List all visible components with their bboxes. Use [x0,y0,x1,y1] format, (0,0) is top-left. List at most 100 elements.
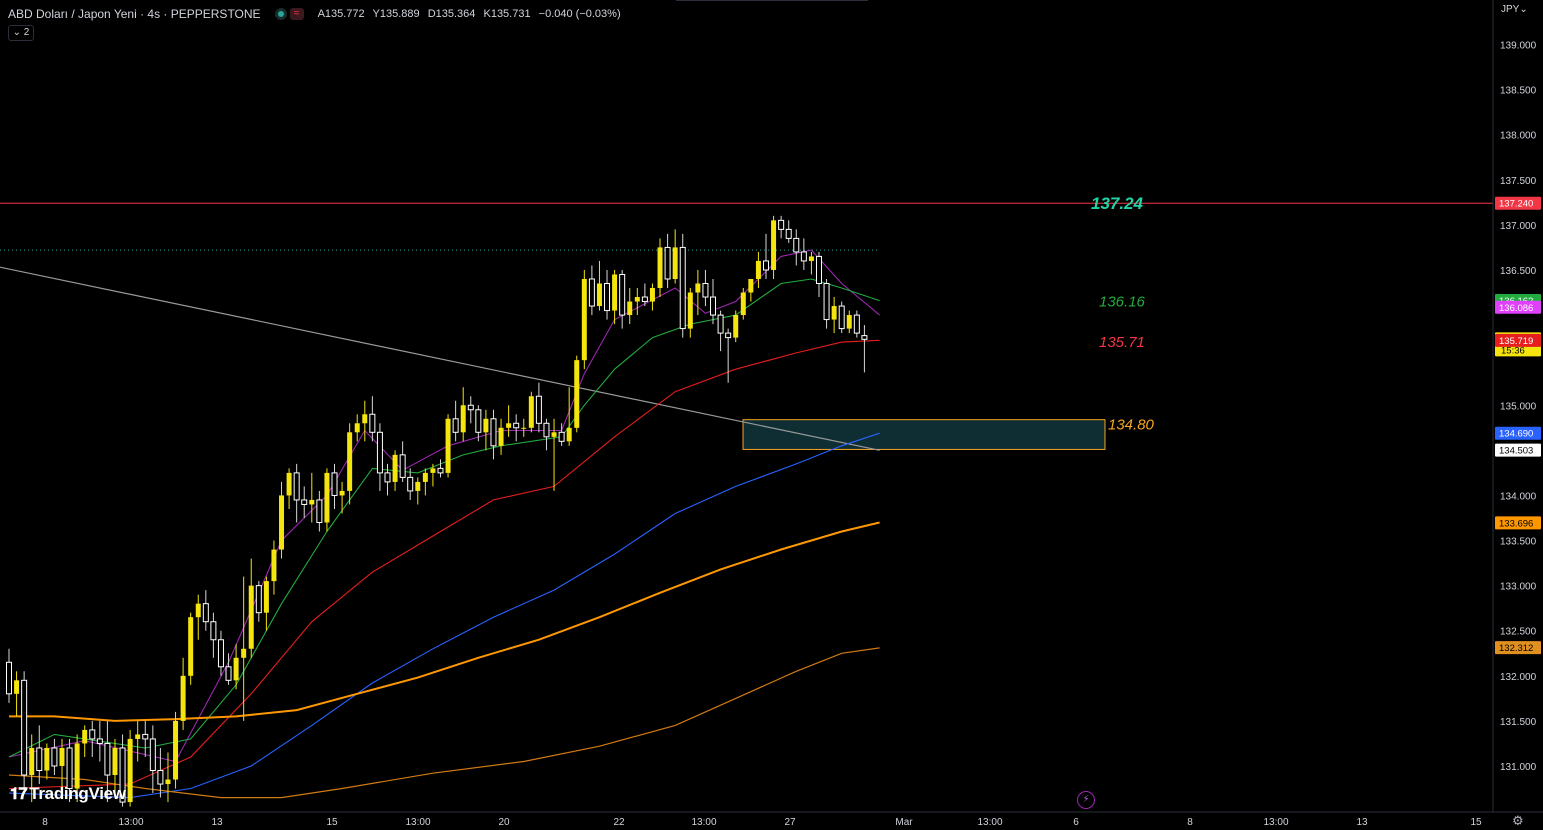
y-tick-label: 133.000 [1500,582,1537,593]
x-tick-label: 15 [1470,817,1482,828]
candle-body-bear [149,738,156,772]
candle [771,215,777,279]
settings-gear-icon[interactable]: ⚙ [1512,813,1524,829]
candle-body-bull [44,747,50,771]
candle-body-bear [66,747,73,790]
candle-body-bear [293,472,300,501]
candle [483,409,489,451]
candle-body-bull [687,292,693,329]
wave-icon[interactable]: ≈ [289,8,304,20]
symbol-title[interactable]: ABD Doları / Japon Yeni · 4s · PEPPERSTO… [8,7,261,21]
candle [710,278,717,325]
candle-body-bull [165,779,171,785]
candle-body-bear [475,409,482,433]
candle [21,671,28,789]
candle [51,738,58,776]
x-tick-label: 22 [613,817,625,828]
lightning-icon[interactable]: ⚡ [1077,791,1095,809]
candle-body-bull [392,454,398,482]
candle-body-bull [748,278,754,293]
price-tag: 133.696 [1495,516,1541,530]
market-status-icon [274,8,287,20]
candle-body-bull [29,747,35,776]
candle [490,409,497,460]
candle-body-bear [710,296,717,316]
ohlc-high: Y135.889 [372,8,420,20]
candle [687,288,693,338]
candle-body-bull [445,418,451,473]
candle-body-bull [180,675,186,721]
x-tick-label: 13:00 [977,817,1002,828]
symbol-header[interactable]: ABD Doları / Japon Yeni · 4s · PEPPERSTO… [8,6,626,22]
candle-body-bull [309,499,315,505]
price-chart[interactable]: 137.24136.16135.71134.80 139.000138.5001… [0,0,1543,830]
price-tag: 132.312 [1495,641,1541,655]
candle [649,283,655,311]
candle-body-bull [195,603,201,618]
candle-body-bull [574,360,580,428]
candle [702,269,709,307]
candle [415,477,421,505]
candle [293,463,300,523]
candle-body-bull [74,743,80,789]
x-tick-label: 20 [498,817,510,828]
price-tag: 135.719 [1495,333,1541,347]
candle-body-bull [649,288,655,302]
y-tick-label: 137.000 [1500,221,1537,232]
indicators-collapse-button[interactable]: ⌄ 2 [8,25,34,41]
candle [831,297,837,334]
x-tick-label: 8 [42,817,48,828]
candle-body-bear [6,661,12,695]
candle [82,725,88,757]
candle [498,418,504,455]
x-tick-label: 13 [211,817,223,828]
candle-body-bull [733,315,739,338]
candle [861,325,868,373]
candle [422,468,428,496]
price-tag-label: 133.696 [1499,518,1533,529]
candle-body-bear [604,282,611,312]
candle-body-bull [422,472,428,482]
x-tick-label: 13:00 [1263,817,1288,828]
y-tick-label: 133.500 [1500,537,1537,548]
candle-body-bear [407,476,414,492]
currency-selector[interactable]: JPY⌄ [1501,4,1528,15]
price-annotation: 136.16 [1099,294,1146,311]
candle-body-bear [815,255,822,284]
candle [506,405,512,437]
candle [740,288,746,320]
candle-body-bear [664,246,671,280]
candle [384,463,391,496]
candle [324,468,330,532]
y-tick-label: 131.000 [1500,762,1537,773]
x-tick-label: 8 [1187,817,1193,828]
candle-body-bull [657,247,663,289]
candle [255,581,262,622]
annotations-layer: 137.24 136.16 135.71 134.80 [1091,194,1155,433]
y-tick-label: 135.000 [1500,401,1537,412]
y-tick-label: 132.500 [1500,627,1537,638]
candle [263,576,269,631]
candle-body-bear [535,395,542,424]
candle-body-bear [558,431,565,442]
candle-body-bull [551,432,557,437]
candle [331,463,338,509]
candle [369,396,376,442]
candle-body-bull [127,738,133,803]
candle [679,233,686,338]
candle [376,423,383,491]
candle [362,400,368,442]
candle-body-bear [513,422,520,429]
candle [173,711,179,789]
candle-body-bear [619,273,626,316]
ohlc-open: A135.772 [317,8,365,20]
candle [528,391,534,433]
candle [604,269,611,320]
price-axis [1493,0,1543,830]
tradingview-logo[interactable]: 𝟏𝟕 TradingView [10,784,126,804]
candle-body-bear [202,603,209,623]
x-tick-label: 13:00 [691,817,716,828]
candle [399,441,406,482]
x-tick-label: Mar [895,817,913,828]
candle [725,328,732,383]
